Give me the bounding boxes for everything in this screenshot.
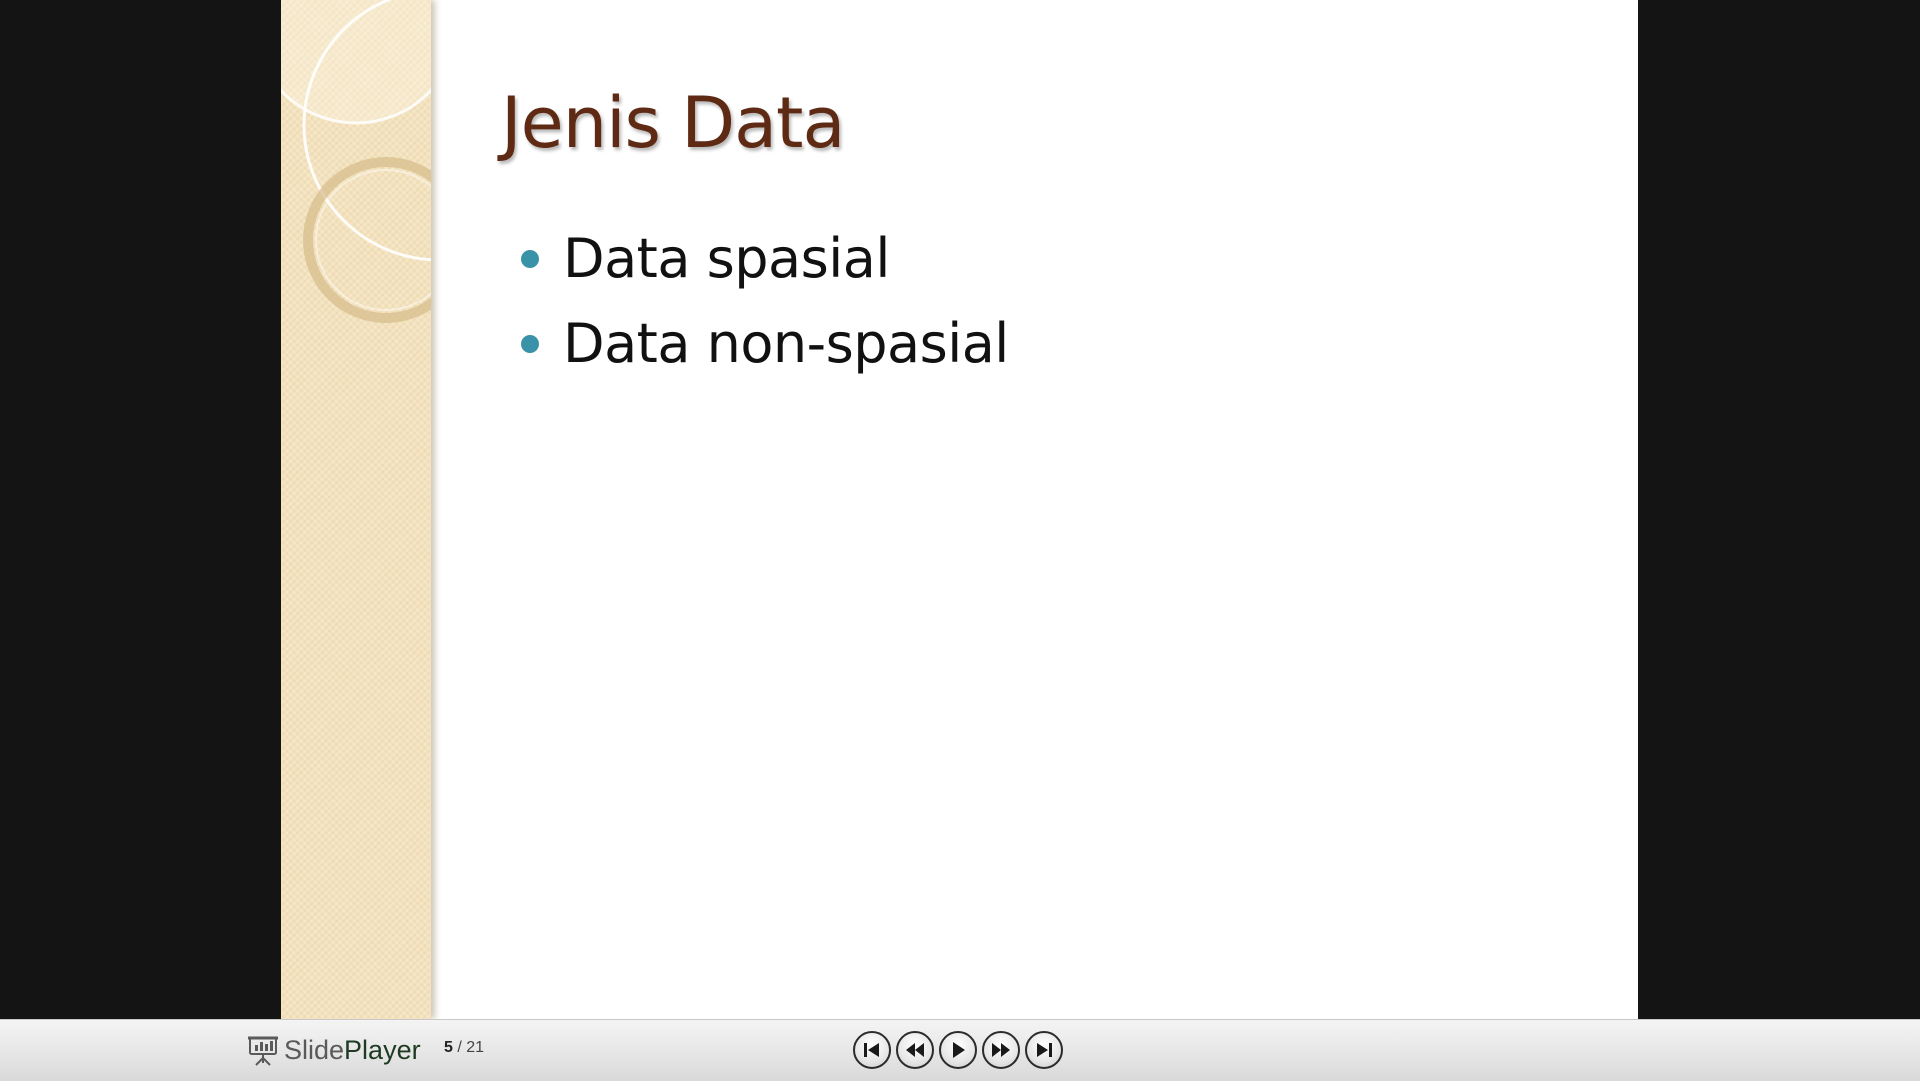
current-page: 5 (444, 1039, 453, 1056)
slide-decorative-sidebar (281, 0, 431, 1019)
first-slide-button[interactable] (853, 1031, 891, 1069)
bullet-dot-icon (521, 335, 539, 353)
bullet-text: Data spasial (563, 227, 890, 290)
presentation-board-icon (248, 1036, 278, 1066)
bullet-list: Data spasial Data non-spasial (521, 222, 1009, 392)
skip-to-end-icon (1037, 1043, 1052, 1057)
bullet-item: Data non-spasial (521, 307, 1009, 392)
brand-name-suffix: Player (344, 1034, 421, 1065)
page-separator: / (457, 1039, 462, 1056)
previous-slide-button[interactable] (896, 1031, 934, 1069)
decorative-circles-icon (281, 0, 431, 323)
page-counter: 5 / 21 (444, 1039, 484, 1057)
slideplayer-logo[interactable]: SlidePlayer (246, 1032, 421, 1068)
total-pages: 21 (466, 1039, 485, 1056)
last-slide-button[interactable] (1025, 1031, 1063, 1069)
bullet-item: Data spasial (521, 222, 1009, 307)
next-slide-button[interactable] (982, 1031, 1020, 1069)
play-button[interactable] (939, 1031, 977, 1069)
bullet-dot-icon (521, 250, 539, 268)
slide: Jenis Data Data spasial Data non-spasial (281, 0, 1638, 1019)
brand-name: SlidePlayer (284, 1035, 421, 1066)
playback-controls (853, 1031, 1063, 1069)
skip-to-start-icon (864, 1043, 879, 1057)
fast-forward-icon (992, 1043, 1010, 1057)
bullet-text: Data non-spasial (563, 312, 1009, 375)
rewind-icon (906, 1043, 924, 1057)
brand-name-prefix: Slide (284, 1034, 345, 1065)
viewer-stage: Jenis Data Data spasial Data non-spasial (0, 0, 1920, 1019)
player-toolbar: SlidePlayer 5 / 21 (0, 1019, 1920, 1081)
slide-title: Jenis Data (501, 82, 845, 164)
play-icon (953, 1042, 965, 1058)
